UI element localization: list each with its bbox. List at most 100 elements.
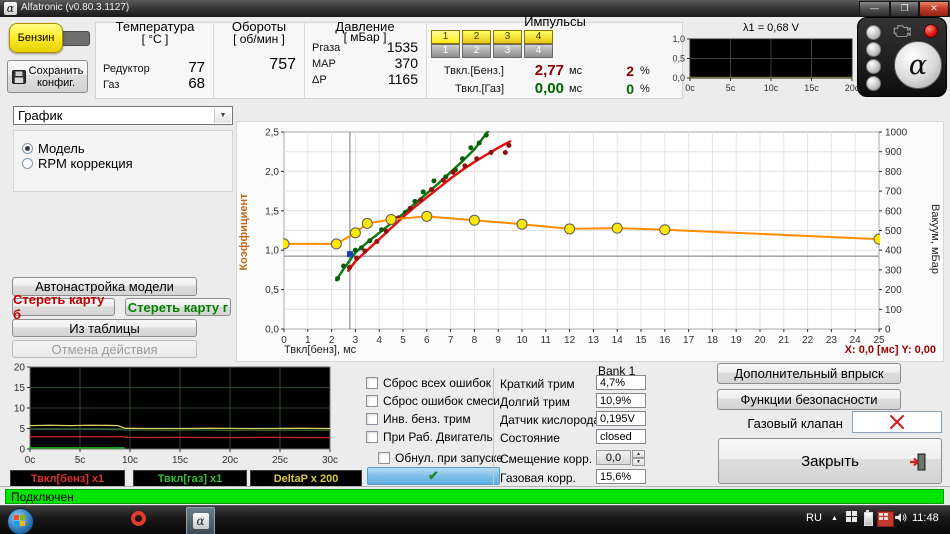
- alert-tray-icon[interactable]: [877, 511, 894, 527]
- spinner-down-icon[interactable]: ▼: [632, 458, 645, 466]
- safety-functions-button[interactable]: Функции безопасности: [717, 389, 901, 410]
- from-table-button[interactable]: Из таблицы: [12, 319, 197, 337]
- alfatronic-taskbar-icon: α: [193, 513, 209, 529]
- spinner-up-icon[interactable]: ▲: [632, 450, 645, 458]
- battery-icon[interactable]: [864, 512, 873, 526]
- chevron-down-icon: ▼: [214, 108, 231, 123]
- svg-text:11: 11: [541, 335, 552, 346]
- svg-text:0,5: 0,5: [265, 285, 279, 296]
- tinj-gas-pct-unit: %: [640, 83, 650, 95]
- application-window: α Alfatronic (v0.80.3.1127) — ❐ ✕ Бензин…: [0, 0, 950, 534]
- erase-gasoline-map-button[interactable]: Стереть карту б: [12, 298, 115, 316]
- svg-text:200: 200: [885, 285, 902, 296]
- injector-3-bottom-button[interactable]: 3: [493, 44, 522, 58]
- svg-text:100: 100: [885, 305, 902, 316]
- svg-text:300: 300: [885, 265, 902, 276]
- erase-gas-map-button[interactable]: Стереть карту г: [125, 298, 231, 316]
- close-app-button[interactable]: Закрыть: [718, 438, 942, 484]
- svg-text:14: 14: [612, 335, 624, 346]
- confirm-button[interactable]: ✔: [367, 467, 500, 485]
- save-config-label: Сохранитьконфиг.: [29, 65, 84, 89]
- connection-status-text: Подключен: [11, 490, 74, 504]
- app-icon: α: [4, 2, 17, 15]
- svg-text:8: 8: [472, 335, 478, 346]
- svg-text:900: 900: [885, 147, 902, 158]
- oxygen-sensor-label: Датчик кислорода: [500, 413, 600, 427]
- checkbox-invert-gasoline-trim[interactable]: [366, 413, 378, 425]
- tray-expand-icon[interactable]: ▲: [831, 515, 838, 522]
- gas-valve-button[interactable]: [852, 411, 942, 433]
- gas-valve-label: Газовый клапан: [725, 416, 843, 431]
- correction-offset-field[interactable]: 0,0: [596, 450, 631, 465]
- map-label: MAP: [312, 58, 336, 70]
- legend-gas: Твкл[газ] x1: [133, 470, 247, 487]
- maximize-button[interactable]: ❐: [890, 1, 919, 17]
- svg-text:5: 5: [19, 424, 25, 435]
- alpha-logo-button[interactable]: α: [894, 41, 942, 89]
- svg-text:500: 500: [885, 226, 902, 237]
- device-panel: α: [857, 17, 947, 97]
- svg-text:800: 800: [885, 167, 902, 178]
- checkbox-zero-on-start-label: Обнул. при запуске: [395, 451, 503, 465]
- map-value: 370: [360, 55, 418, 71]
- erase-gas-map-label: Стереть карту г: [128, 300, 228, 315]
- section-divider: [493, 368, 494, 485]
- injector-2-bottom-button[interactable]: 2: [462, 44, 491, 58]
- svg-text:0с: 0с: [685, 83, 695, 93]
- svg-text:30с: 30с: [322, 455, 338, 465]
- svg-text:15с: 15с: [804, 83, 819, 93]
- correction-offset-stepper[interactable]: ▲▼: [632, 450, 645, 465]
- language-indicator[interactable]: RU: [806, 512, 822, 524]
- graph-type-select[interactable]: График ▼: [13, 106, 233, 125]
- injector-2-top-button[interactable]: 2: [462, 30, 491, 44]
- lambda-chart-title: λ1 = 0,68 V: [690, 22, 852, 34]
- checkbox-reset-all-errors[interactable]: [366, 377, 378, 389]
- fuel-toggle-label: Бензин: [18, 32, 55, 44]
- extra-injection-button[interactable]: Дополнительный впрыск: [717, 363, 901, 384]
- radio-model[interactable]: [22, 143, 33, 154]
- svg-text:0,5: 0,5: [672, 54, 685, 64]
- time-chart: 0с5с10с15с20с25с30с05101520: [6, 362, 352, 465]
- legend-deltap: DeltaP x 200: [250, 470, 362, 487]
- network-icon[interactable]: [846, 511, 858, 523]
- svg-text:1,5: 1,5: [265, 206, 279, 217]
- close-app-label: Закрыть: [801, 453, 859, 470]
- volume-icon[interactable]: [894, 511, 907, 524]
- tinj-gasoline-label: Твкл.[Бенз.]: [440, 65, 504, 77]
- tinj-gas-value: 0,00: [508, 80, 564, 97]
- svg-text:9: 9: [495, 335, 501, 346]
- from-table-label: Из таблицы: [69, 321, 139, 336]
- fuel-toggle-button[interactable]: Бензин: [9, 23, 63, 53]
- checkbox-reset-all-errors-label: Сброс всех ошибок: [383, 376, 491, 390]
- injector-4-top-button[interactable]: 4: [524, 30, 553, 44]
- main-chart-y-label: Коэффициент: [238, 152, 250, 312]
- main-chart-y2-label: Вакуум, мБар: [929, 163, 941, 315]
- injector-1-top-button[interactable]: 1: [431, 30, 460, 44]
- alfatronic-taskbar-button[interactable]: α: [186, 507, 215, 534]
- radio-rpm-correction[interactable]: [22, 158, 33, 169]
- reducer-temp-label: Редуктор: [103, 63, 150, 75]
- injector-1-bottom-button[interactable]: 1: [431, 44, 460, 58]
- svg-text:0: 0: [885, 325, 891, 336]
- checkbox-reset-mixture-errors[interactable]: [366, 395, 378, 407]
- svg-text:5с: 5с: [75, 455, 86, 465]
- svg-text:10с: 10с: [764, 83, 779, 93]
- model-chart[interactable]: 0123456789101112131415161718192021222324…: [237, 123, 943, 347]
- save-config-button[interactable]: Сохранитьконфиг.: [7, 60, 88, 93]
- gas-temp-label: Газ: [103, 79, 119, 91]
- long-trim-label: Долгий трим: [500, 395, 570, 409]
- tinj-gas-unit: мс: [569, 83, 582, 95]
- gas-temp-value: 68: [158, 75, 205, 92]
- opera-icon[interactable]: [131, 511, 146, 526]
- pgas-value: 1535: [360, 39, 418, 55]
- injector-4-bottom-button[interactable]: 4: [524, 44, 553, 58]
- windows-start-button[interactable]: [7, 508, 34, 534]
- checkbox-engine-running[interactable]: [366, 431, 378, 443]
- svg-text:25с: 25с: [272, 455, 288, 465]
- checkbox-zero-on-start[interactable]: [378, 452, 390, 464]
- minimize-icon: —: [870, 3, 879, 13]
- minimize-button[interactable]: —: [859, 1, 890, 17]
- injector-3-top-button[interactable]: 3: [493, 30, 522, 44]
- close-button[interactable]: ✕: [919, 1, 949, 17]
- close-icon: ✕: [930, 3, 938, 13]
